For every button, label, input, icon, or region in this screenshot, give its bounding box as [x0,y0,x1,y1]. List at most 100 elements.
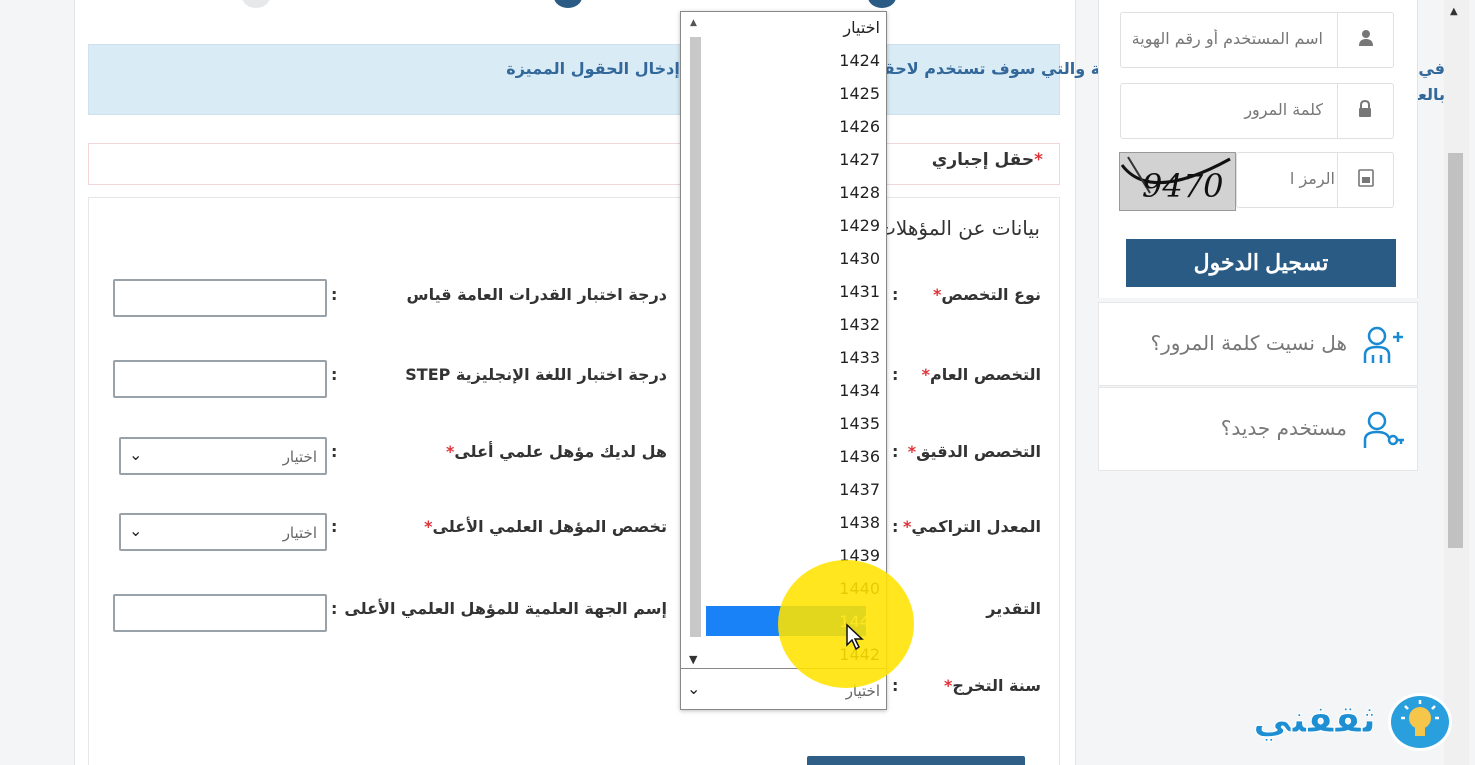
institution-name-input[interactable] [113,594,327,632]
colon: : [892,365,899,384]
dropdown-option[interactable]: 1430 [839,249,880,268]
scroll-up-icon[interactable]: ▲ [690,18,697,28]
label-text: درجة اختبار اللغة الإنجليزية STEP [405,365,667,384]
section-title: بيانات عن المؤهلات [877,216,1040,240]
username-field[interactable]: اسم المستخدم أو رقم الهوية [1120,12,1394,68]
label-text: سنة التخرج [952,676,1041,695]
colon: : [892,442,899,461]
next-button[interactable] [807,756,1025,765]
username-icon-box [1337,13,1393,67]
forgot-password-label: هل نسيت كلمة المرور؟ [1150,331,1347,355]
mouse-cursor-icon [846,623,864,651]
username-placeholder: اسم المستخدم أو رقم الهوية [1133,29,1323,48]
select-value: اختيار [282,448,317,466]
dropdown-option[interactable]: 1434 [839,381,880,400]
lock-icon [1359,100,1371,117]
colon: : [892,285,899,304]
dropdown-scrollbar[interactable]: ▲ ▼ [684,15,706,677]
step-score-input[interactable] [113,360,327,398]
colon: : [331,599,338,618]
new-user-label: مستخدم جديد؟ [1220,416,1347,440]
higher-qualification-specialty-select[interactable]: اختيار ⌄ [119,513,327,551]
scroll-down-icon[interactable]: ▼ [689,653,697,666]
chevron-down-icon: ⌄ [129,521,143,540]
label-text: إسم الجهة العلمية للمؤهل العلمي الأعلى [344,599,667,618]
dropdown-option[interactable]: 1438 [839,513,880,532]
required-star: * [921,365,931,384]
select-value: اختيار [282,524,317,542]
captcha-placeholder: الرمز المرئي [1291,169,1335,188]
label-text: التخصص الدقيق [916,442,1041,461]
watermark-logo: ثقفني [1253,693,1458,757]
colon: : [331,285,338,304]
dropdown-option[interactable]: 1436 [839,447,880,466]
field-label-institution-name: إسم الجهة العلمية للمؤهل العلمي الأعلى [344,599,667,618]
dropdown-option[interactable]: 1432 [839,315,880,334]
dropdown-option[interactable]: 1433 [839,348,880,367]
forgot-password-link[interactable]: هل نسيت كلمة المرور؟ [1098,302,1418,386]
captcha-code: 9470 [1142,167,1223,205]
captcha-field[interactable]: الرمز المرئي [1236,152,1394,208]
field-label-specialty-type: نوع التخصص* [933,285,1041,304]
dropdown-option[interactable]: 1428 [839,183,880,202]
field-label-higher-qualification: هل لديك مؤهل علمي أعلى* [446,442,667,461]
new-user-link[interactable]: مستخدم جديد؟ [1098,387,1418,471]
bulb-icon-graphic [1401,700,1439,736]
dropdown-scroll-thumb[interactable] [690,37,701,637]
required-star: * [907,442,917,461]
qiyas-score-input[interactable] [113,279,327,317]
dropdown-option[interactable]: 1431 [839,282,880,301]
required-star: * [1034,150,1043,170]
captcha-image-graphic: 9470 [1120,153,1235,210]
label-text: التقدير [986,599,1041,618]
forgot-password-icon [1363,326,1403,363]
dropdown-option[interactable]: 1426 [839,117,880,136]
required-star: * [424,517,433,536]
page-scrollbar[interactable]: ▲ [1444,0,1469,765]
colon: : [892,517,899,536]
required-note-box [88,143,1060,185]
dropdown-option[interactable]: 1427 [839,150,880,169]
page-scroll-thumb[interactable] [1448,153,1463,548]
password-icon-box [1337,84,1393,138]
dropdown-option[interactable]: 1435 [839,414,880,433]
field-label-precise-specialty: التخصص الدقيق* [908,442,1041,461]
label-text: درجة اختبار القدرات العامة قياس [406,285,668,304]
dropdown-option[interactable]: 1425 [839,84,880,103]
login-button[interactable]: تسجيل الدخول [1126,239,1396,287]
scroll-up-icon[interactable]: ▲ [1450,6,1458,17]
user-icon [1359,30,1373,46]
dropdown-option[interactable]: اختيار [843,18,880,37]
chevron-down-icon[interactable]: ⌄ [687,679,700,698]
higher-qualification-select[interactable]: اختيار ⌄ [119,437,327,475]
required-note-text: حقل إجباري [931,150,1035,170]
captcha-icon [1358,169,1374,187]
new-user-icon [1363,411,1404,448]
captcha-image: 9470 [1119,152,1236,211]
field-label-graduation-year: سنة التخرج* [944,676,1041,695]
field-label-grade: التقدير [986,599,1041,618]
colon: : [892,676,899,695]
field-label-higher-qualification-specialty: تخصص المؤهل العلمي الأعلى* [424,517,667,536]
label-text: نوع التخصص [941,285,1041,304]
bulb-icon [1388,693,1452,751]
colon: : [331,365,338,384]
label-text: التخصص العام [930,365,1041,384]
dropdown-option[interactable]: 1429 [839,216,880,235]
password-placeholder: كلمة المرور [1244,100,1323,119]
chevron-down-icon: ⌄ [129,445,143,464]
watermark-text: ثقفني [1253,697,1377,742]
field-label-qiyas-score: درجة اختبار القدرات العامة قياس [407,285,668,304]
required-note: *حقل إجباري [932,150,1043,170]
colon: : [331,442,338,461]
dropdown-option[interactable]: 1437 [839,480,880,499]
password-field[interactable]: كلمة المرور [1120,83,1394,139]
field-label-step-score: درجة اختبار اللغة الإنجليزية STEP [405,365,667,384]
label-text: المعدل التراكمي [911,517,1041,536]
field-label-general-specialty: التخصص العام* [922,365,1041,384]
label-text: هل لديك مؤهل علمي أعلى [454,442,667,461]
captcha-icon-box [1337,153,1393,207]
field-label-gpa: المعدل التراكمي* [903,517,1041,536]
dropdown-option[interactable]: 1424 [839,51,880,70]
label-text: تخصص المؤهل العلمي الأعلى [432,517,667,536]
